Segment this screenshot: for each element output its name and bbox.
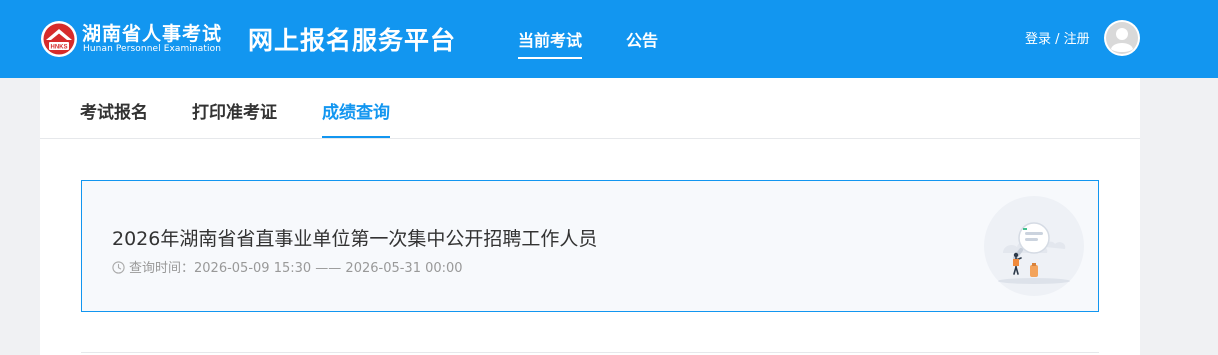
inquiry-illustration-icon — [984, 196, 1084, 296]
login-register-link[interactable]: 登录 / 注册 — [1025, 28, 1090, 47]
clock-icon — [112, 261, 125, 274]
exam-time-label: 查询时间： — [129, 261, 195, 276]
nav-announcements[interactable]: 公告 — [626, 27, 658, 51]
list-divider — [81, 352, 1099, 353]
main-card: 考试报名 打印准考证 成绩查询 2026年湖南省省直事业单位第一次集中公开招聘工… — [40, 78, 1140, 355]
logo-emblem-icon: HNKS — [41, 21, 77, 57]
logo-english-name: Hunan Personnel Examination — [83, 44, 222, 54]
top-navbar: HNKS 湖南省人事考试 Hunan Personnel Examination… — [0, 0, 1218, 78]
exam-list-item[interactable]: 2026年湖南省省直事业单位第一次集中公开招聘工作人员 查询时间：2026-05… — [81, 180, 1099, 312]
tab-print-admission-ticket[interactable]: 打印准考证 — [192, 98, 277, 123]
user-avatar-icon — [1106, 22, 1138, 54]
exam-query-time: 查询时间：2026-05-09 15:30 —— 2026-05-31 00:0… — [112, 257, 463, 276]
platform-title: 网上报名服务平台 — [248, 26, 457, 55]
user-avatar[interactable] — [1104, 20, 1140, 56]
svg-text:HNKS: HNKS — [50, 45, 67, 51]
tab-exam-registration[interactable]: 考试报名 — [80, 98, 148, 123]
tab-score-inquiry[interactable]: 成绩查询 — [322, 98, 390, 138]
site-logo[interactable]: HNKS 湖南省人事考试 Hunan Personnel Examination — [40, 18, 230, 60]
logo-chinese-name: 湖南省人事考试 — [82, 23, 223, 45]
exam-time-range: 2026-05-09 15:30 —— 2026-05-31 00:00 — [194, 261, 463, 276]
nav-current-exams[interactable]: 当前考试 — [518, 27, 583, 59]
exam-title: 2026年湖南省省直事业单位第一次集中公开招聘工作人员 — [112, 228, 598, 250]
sub-tabs: 考试报名 打印准考证 成绩查询 — [40, 78, 1140, 139]
